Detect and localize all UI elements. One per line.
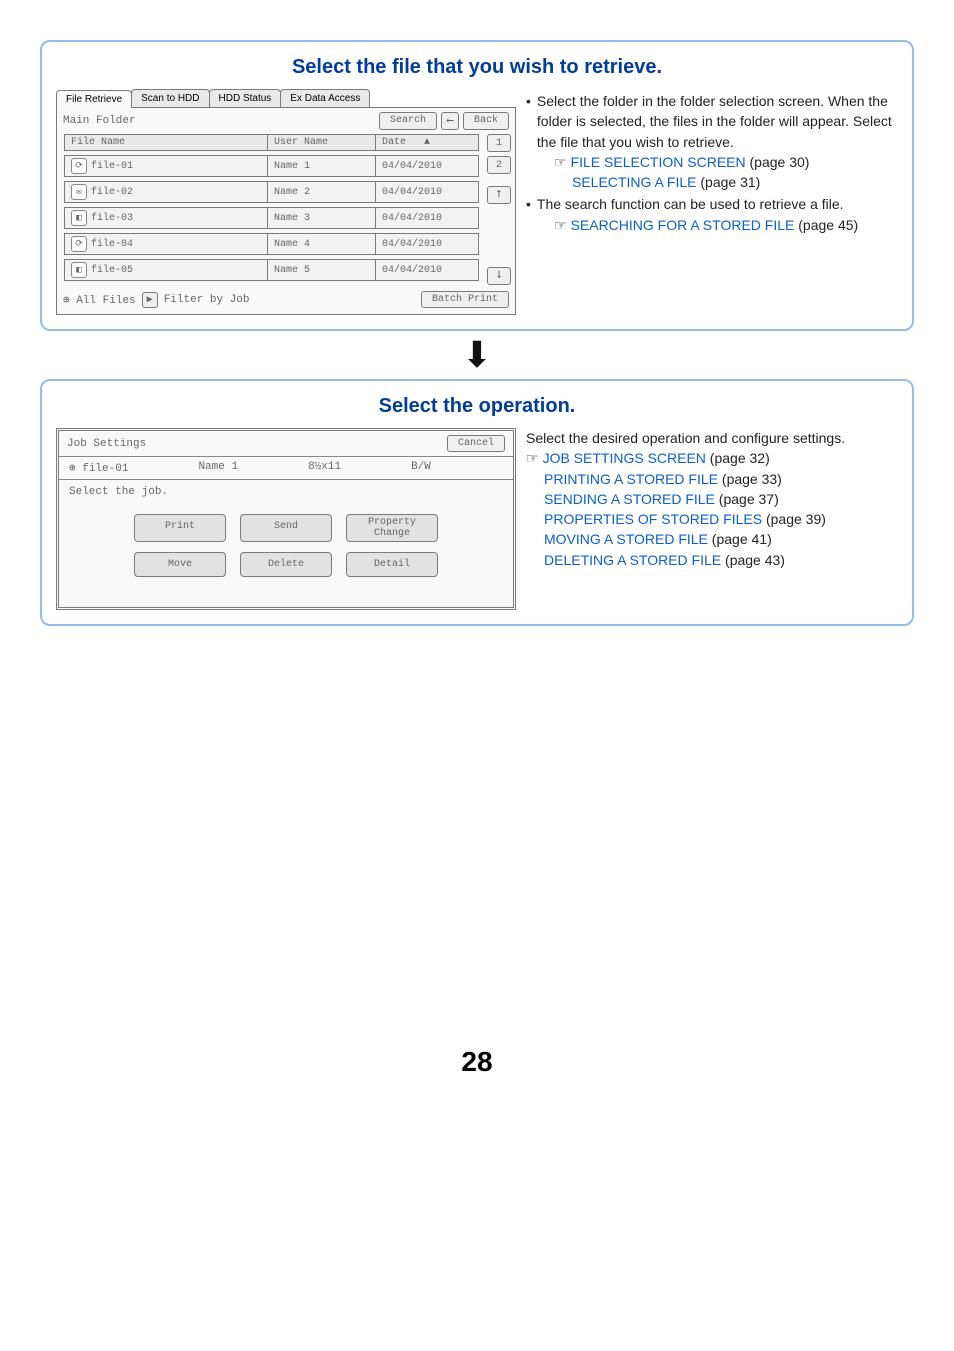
job-icon: ✉ xyxy=(71,184,87,200)
down-arrow-icon: ⬇ xyxy=(40,337,914,373)
paper-size: 8½x11 xyxy=(308,461,341,475)
detail-button[interactable]: Detail xyxy=(346,552,438,577)
scroll-up-button[interactable]: ⭡ xyxy=(487,186,511,204)
header-user[interactable]: User Name xyxy=(267,134,376,151)
table-row[interactable]: ◧file-05 Name 5 04/04/2010 xyxy=(65,259,479,281)
link-selecting-file[interactable]: SELECTING A FILE xyxy=(572,174,697,190)
delete-button[interactable]: Delete xyxy=(240,552,332,577)
panel2-title: Select the operation. xyxy=(56,395,898,418)
page-1-button[interactable]: 1 xyxy=(487,134,511,152)
link-job-settings[interactable]: JOB SETTINGS SCREEN xyxy=(543,450,706,466)
folder-label: Main Folder xyxy=(63,115,136,127)
send-button[interactable]: Send xyxy=(240,514,332,542)
link-file-selection[interactable]: FILE SELECTION SCREEN xyxy=(571,154,746,170)
tab-ex-data[interactable]: Ex Data Access xyxy=(280,89,370,107)
job-icon: ⟳ xyxy=(71,236,87,252)
panel-select-file: Select the file that you wish to retriev… xyxy=(40,40,914,331)
panel1-description: •Select the folder in the folder selecti… xyxy=(526,89,898,315)
page-2-button[interactable]: 2 xyxy=(487,156,511,174)
table-row[interactable]: ◧file-03 Name 3 04/04/2010 xyxy=(65,207,479,229)
job-icon: ⟳ xyxy=(71,158,87,174)
job-settings-screen: Job Settings Cancel ⊕ file-01 Name 1 8½x… xyxy=(56,428,516,610)
ref-icon: ☞ xyxy=(526,450,539,466)
link-printing[interactable]: PRINTING A STORED FILE xyxy=(544,471,718,487)
desc-intro: Select the desired operation and configu… xyxy=(526,428,898,448)
move-button[interactable]: Move xyxy=(134,552,226,577)
file-id: ⊕ file-01 xyxy=(69,461,128,475)
table-row[interactable]: ⟳file-04 Name 4 04/04/2010 xyxy=(65,233,479,255)
table-row[interactable]: ⟳file-01 Name 1 04/04/2010 xyxy=(65,155,479,177)
page-number: 28 xyxy=(40,1046,914,1078)
property-change-button[interactable]: PropertyChange xyxy=(346,514,438,542)
all-files-label[interactable]: ⊕ All Files xyxy=(63,293,136,307)
ref-icon: ☞ xyxy=(554,154,567,170)
file-list-screen: Main Folder Search ⭠ Back File Name User… xyxy=(56,107,516,315)
link-searching[interactable]: SEARCHING FOR A STORED FILE xyxy=(571,217,795,233)
header-date[interactable]: Date ▲ xyxy=(375,134,479,151)
panel-select-operation: Select the operation. Job Settings Cance… xyxy=(40,379,914,626)
header-file[interactable]: File Name xyxy=(64,134,268,151)
ref-icon: ☞ xyxy=(554,217,567,233)
file-owner: Name 1 xyxy=(198,461,238,475)
link-properties[interactable]: PROPERTIES OF STORED FILES xyxy=(544,511,762,527)
screen1-tabs: File Retrieve Scan to HDD HDD Status Ex … xyxy=(56,89,516,107)
tab-hdd-status[interactable]: HDD Status xyxy=(209,89,282,107)
print-button[interactable]: Print xyxy=(134,514,226,542)
search-button[interactable]: Search xyxy=(379,112,437,130)
job-icon: ◧ xyxy=(71,262,87,278)
table-row[interactable]: ✉file-02 Name 2 04/04/2010 xyxy=(65,181,479,203)
desc-text: Select the folder in the folder selectio… xyxy=(537,91,898,152)
back-arrow-icon[interactable]: ⭠ xyxy=(441,112,459,130)
link-deleting[interactable]: DELETING A STORED FILE xyxy=(544,552,721,568)
tab-scan-to-hdd[interactable]: Scan to HDD xyxy=(131,89,209,107)
select-job-label: Select the job. xyxy=(59,480,513,504)
scroll-down-button[interactable]: ⭣ xyxy=(487,267,511,285)
job-settings-header: Job Settings xyxy=(67,438,146,450)
link-sending[interactable]: SENDING A STORED FILE xyxy=(544,491,715,507)
desc-text: The search function can be used to retri… xyxy=(537,194,844,214)
batch-print-button[interactable]: Batch Print xyxy=(421,291,509,308)
job-icon: ◧ xyxy=(71,210,87,226)
back-button[interactable]: Back xyxy=(463,112,509,130)
filter-by-job[interactable]: Filter by Job xyxy=(164,294,250,306)
panel2-description: Select the desired operation and configu… xyxy=(526,428,898,610)
filter-arrow-icon[interactable]: ▶ xyxy=(142,292,158,308)
color-mode: B/W xyxy=(411,461,431,475)
cancel-button[interactable]: Cancel xyxy=(447,435,505,452)
list-header: File Name User Name Date ▲ xyxy=(65,134,479,151)
panel1-title: Select the file that you wish to retriev… xyxy=(56,56,898,79)
tab-file-retrieve[interactable]: File Retrieve xyxy=(56,90,132,108)
link-moving[interactable]: MOVING A STORED FILE xyxy=(544,531,708,547)
